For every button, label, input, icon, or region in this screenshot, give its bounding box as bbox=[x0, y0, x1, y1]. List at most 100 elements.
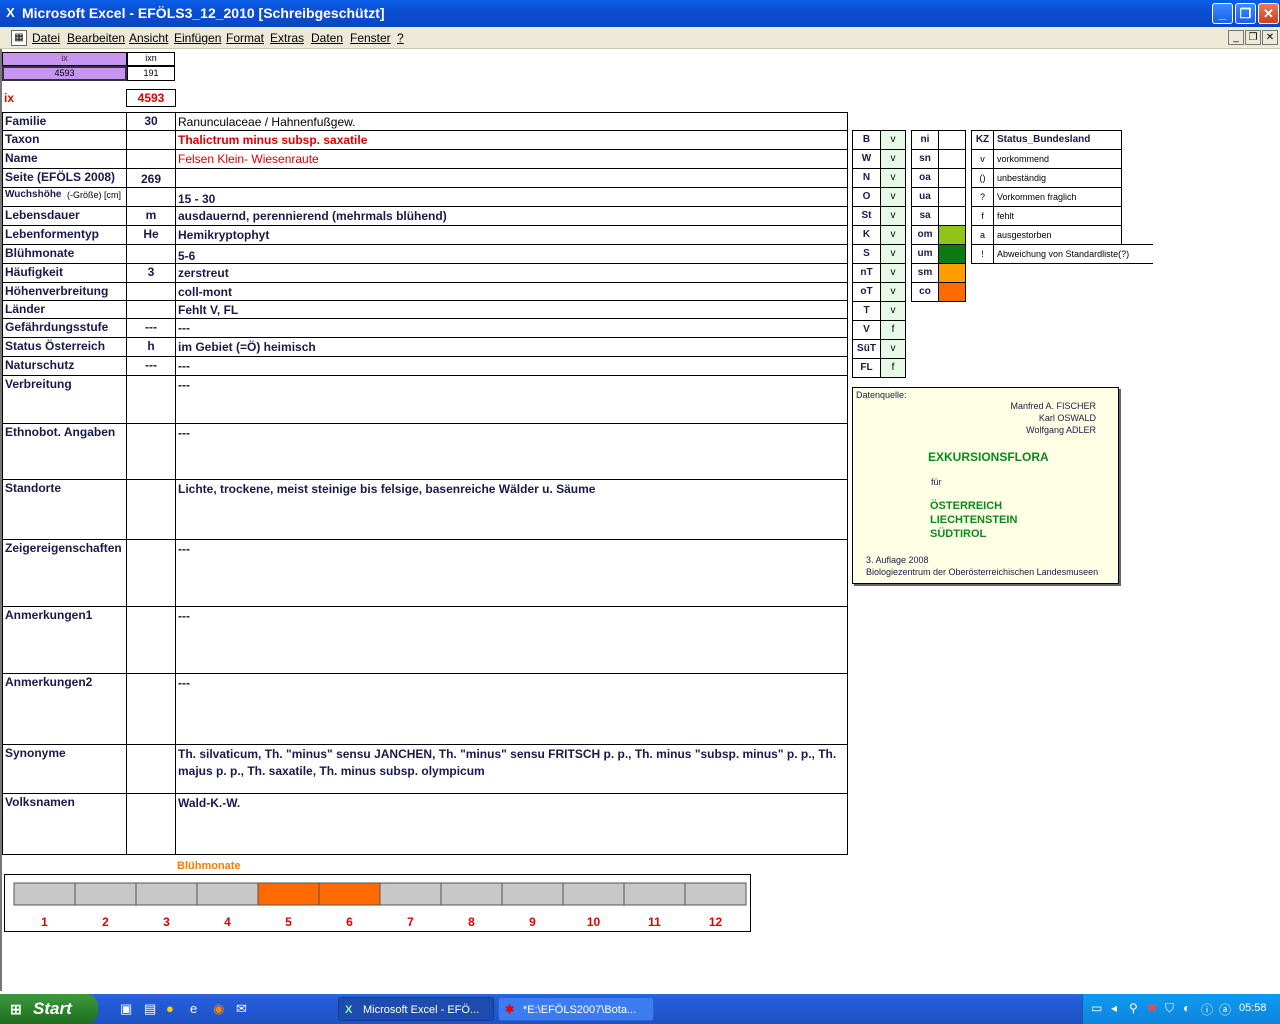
row-code-cell[interactable] bbox=[126, 539, 176, 607]
row-value-cell[interactable]: coll-mont bbox=[175, 282, 848, 301]
tray-search-icon[interactable]: ⚲ bbox=[1129, 1001, 1138, 1015]
row-code-cell[interactable]: h bbox=[126, 337, 176, 357]
menu-fenster[interactable]: Fenster bbox=[350, 31, 391, 45]
row-code-cell[interactable] bbox=[126, 793, 176, 855]
row-value-cell[interactable] bbox=[175, 168, 848, 188]
tray-update-icon[interactable]: ◐ bbox=[1183, 1001, 1190, 1015]
minimize-button[interactable]: _ bbox=[1212, 3, 1233, 24]
row-code-cell[interactable] bbox=[126, 744, 176, 794]
title-bar[interactable]: X Microsoft Excel - EFÖLS3_12_2010 [Schr… bbox=[0, 0, 1280, 27]
row-value-cell[interactable]: --- bbox=[175, 606, 848, 674]
row-code-cell[interactable]: 3 bbox=[126, 263, 176, 283]
menu-datei[interactable]: Datei bbox=[32, 31, 60, 45]
hoehe-value[interactable] bbox=[938, 244, 966, 264]
row-code-cell[interactable]: --- bbox=[126, 356, 176, 376]
tray-shield-icon[interactable]: ⛉ bbox=[1165, 1001, 1174, 1016]
restore-button[interactable]: ❐ bbox=[1235, 3, 1256, 24]
row-label-cell[interactable]: Anmerkungen2 bbox=[2, 673, 127, 745]
doc-minimize-button[interactable]: _ bbox=[1228, 30, 1244, 45]
land-value[interactable]: v bbox=[880, 282, 906, 302]
row-value-cell[interactable]: Ranunculaceae / Hahnenfußgew. bbox=[175, 112, 848, 131]
doc-close-button[interactable]: ✕ bbox=[1262, 30, 1278, 45]
row-value-cell[interactable]: zerstreut bbox=[175, 263, 848, 283]
row-value-cell[interactable]: --- bbox=[175, 673, 848, 745]
tray-volume-icon[interactable]: ◂ bbox=[1111, 1001, 1117, 1015]
row-value-cell[interactable]: Thalictrum minus subsp. saxatile bbox=[175, 130, 848, 150]
row-label-cell[interactable]: Volksnamen bbox=[2, 793, 127, 855]
row-value-cell[interactable]: im Gebiet (=Ö) heimisch bbox=[175, 337, 848, 357]
row-code-cell[interactable] bbox=[126, 606, 176, 674]
row-label-cell[interactable]: Status Österreich bbox=[2, 337, 127, 357]
row-label-cell[interactable]: Lebenformentyp bbox=[2, 225, 127, 245]
row-code-cell[interactable] bbox=[126, 187, 176, 207]
menu-bearbeiten[interactable]: Bearbeiten bbox=[67, 31, 125, 45]
land-value[interactable]: v bbox=[880, 187, 906, 207]
row-label-cell[interactable]: Lebensdauer bbox=[2, 206, 127, 226]
quicklaunch-firefox-icon[interactable]: ◉ bbox=[213, 1001, 224, 1017]
ix-value-cell[interactable]: 4593 bbox=[2, 66, 127, 81]
row-value-cell[interactable]: --- bbox=[175, 539, 848, 607]
menu-daten[interactable]: Daten bbox=[311, 31, 343, 45]
hoehe-value[interactable] bbox=[938, 168, 966, 188]
row-value-cell[interactable]: --- bbox=[175, 375, 848, 424]
land-value[interactable]: f bbox=[880, 320, 906, 340]
hoehe-value[interactable] bbox=[938, 282, 966, 302]
row-code-cell[interactable]: --- bbox=[126, 318, 176, 338]
quicklaunch-desktop-icon[interactable]: ▣ bbox=[120, 1001, 132, 1017]
row-label-cell[interactable]: Taxon bbox=[2, 130, 127, 150]
menu-einfuegen[interactable]: Einfügen bbox=[174, 31, 221, 45]
row-value-cell[interactable]: ausdauernd, perennierend (mehrmals blühe… bbox=[175, 206, 848, 226]
row-label-cell[interactable]: Länder bbox=[2, 300, 127, 319]
land-value[interactable]: v bbox=[880, 339, 906, 359]
start-button[interactable]: ⊞ Start bbox=[0, 994, 98, 1024]
menu-help[interactable]: ? bbox=[397, 31, 404, 45]
land-value[interactable]: f bbox=[880, 358, 906, 378]
row-label-cell[interactable]: Naturschutz bbox=[2, 356, 127, 376]
row-label-cell[interactable]: Seite (EFÖLS 2008) bbox=[2, 168, 127, 188]
row-label-cell[interactable]: Familie bbox=[2, 112, 127, 131]
row-value-cell[interactable]: Lichte, trockene, meist steinige bis fel… bbox=[175, 479, 848, 540]
menu-extras[interactable]: Extras bbox=[270, 31, 304, 45]
land-value[interactable]: v bbox=[880, 149, 906, 169]
menu-format[interactable]: Format bbox=[226, 31, 264, 45]
land-value[interactable]: v bbox=[880, 244, 906, 264]
row-code-cell[interactable] bbox=[126, 244, 176, 264]
row-label-cell[interactable]: Synonyme bbox=[2, 744, 127, 794]
row-code-cell[interactable] bbox=[126, 673, 176, 745]
hoehe-value[interactable] bbox=[938, 263, 966, 283]
row-value-cell[interactable]: 5-6 bbox=[175, 244, 848, 264]
row-value-cell[interactable]: --- bbox=[175, 318, 848, 338]
close-button[interactable]: ✕ bbox=[1258, 3, 1279, 24]
row-code-cell[interactable]: 269 bbox=[126, 168, 176, 188]
row-value-cell[interactable]: --- bbox=[175, 423, 848, 480]
row-label-cell[interactable]: Name bbox=[2, 149, 127, 169]
land-value[interactable]: v bbox=[880, 225, 906, 245]
tray-security-icon[interactable]: ✖ bbox=[1147, 1001, 1157, 1015]
row-value-cell[interactable]: 15 - 30 bbox=[175, 187, 848, 207]
land-value[interactable]: v bbox=[880, 263, 906, 283]
hoehe-value[interactable] bbox=[938, 130, 966, 150]
row-code-cell[interactable] bbox=[126, 282, 176, 301]
quicklaunch-media-icon[interactable]: ● bbox=[166, 1001, 174, 1016]
taskbar-excel-button[interactable]: X Microsoft Excel - EFÖ... bbox=[338, 997, 494, 1021]
quicklaunch-explorer-icon[interactable]: ▤ bbox=[144, 1001, 156, 1017]
row-code-cell[interactable]: m bbox=[126, 206, 176, 226]
hoehe-value[interactable] bbox=[938, 225, 966, 245]
taskbar-file-button[interactable]: ✱ *E:\EFÖLS2007\Bota... bbox=[498, 997, 654, 1021]
row-code-cell[interactable] bbox=[126, 149, 176, 169]
row-label-cell[interactable]: Ethnobot. Angaben bbox=[2, 423, 127, 480]
row-label-cell[interactable]: Häufigkeit bbox=[2, 263, 127, 283]
row-label-cell[interactable]: Verbreitung bbox=[2, 375, 127, 424]
row-code-cell[interactable] bbox=[126, 423, 176, 480]
land-value[interactable]: v bbox=[880, 130, 906, 150]
row-code-cell[interactable]: 30 bbox=[126, 112, 176, 131]
row-label-cell[interactable]: Blühmonate bbox=[2, 244, 127, 264]
row-code-cell[interactable] bbox=[126, 130, 176, 150]
row-value-cell[interactable]: Felsen Klein- Wiesenraute bbox=[175, 149, 848, 169]
row-label-cell[interactable]: Höhenverbreitung bbox=[2, 282, 127, 301]
row-code-cell[interactable] bbox=[126, 479, 176, 540]
row-label-cell[interactable]: Wuchshöhe (-Größe) [cm] bbox=[2, 187, 127, 207]
ix-big-value[interactable]: 4593 bbox=[126, 89, 176, 107]
row-value-cell[interactable]: Fehlt V, FL bbox=[175, 300, 848, 319]
row-label-cell[interactable]: Gefährdungsstufe bbox=[2, 318, 127, 338]
